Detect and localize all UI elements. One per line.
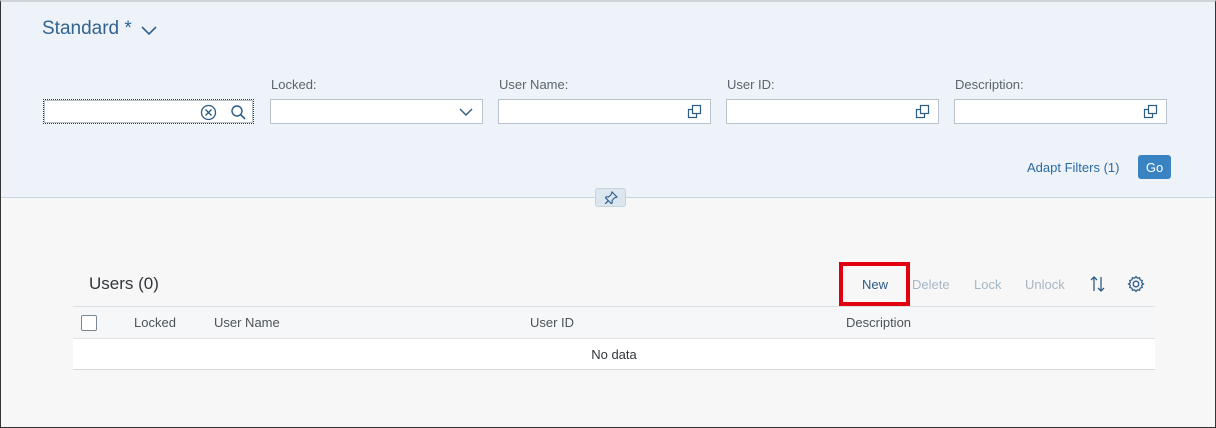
value-help-icon[interactable]	[915, 104, 930, 119]
variant-label: Standard *	[42, 18, 132, 39]
highlight-box	[839, 262, 910, 306]
go-button[interactable]: Go	[1138, 155, 1171, 179]
gear-icon[interactable]	[1126, 274, 1146, 294]
variant-selector[interactable]: Standard *	[42, 18, 158, 40]
search-icon[interactable]	[230, 104, 247, 121]
app-frame: Standard * Locked: User Name: User ID: D…	[0, 0, 1216, 428]
filter-label-user-name: User Name:	[499, 77, 569, 92]
filter-bar: Standard * Locked: User Name: User ID: D…	[1, 2, 1215, 198]
select-all-checkbox[interactable]	[81, 315, 97, 331]
column-header-user-name[interactable]: User Name	[214, 315, 280, 330]
locked-select[interactable]	[270, 99, 483, 124]
chevron-down-icon	[141, 26, 157, 36]
user-name-field[interactable]	[498, 99, 711, 124]
search-input[interactable]	[43, 99, 254, 124]
filter-label-description: Description:	[955, 77, 1024, 92]
lock-button[interactable]: Lock	[974, 277, 1001, 292]
unlock-button[interactable]: Unlock	[1025, 277, 1065, 292]
adapt-filters-button[interactable]: Adapt Filters (1)	[1027, 160, 1119, 175]
filter-label-locked: Locked:	[271, 77, 317, 92]
chevron-down-icon	[459, 108, 473, 116]
users-table: Locked User Name User ID Description No …	[73, 306, 1155, 370]
column-header-description[interactable]: Description	[846, 315, 911, 330]
pin-icon	[604, 190, 618, 204]
user-id-field[interactable]	[726, 99, 939, 124]
description-field[interactable]	[954, 99, 1167, 124]
no-data-text: No data	[591, 347, 637, 362]
clear-icon[interactable]	[200, 104, 217, 121]
value-help-icon[interactable]	[1143, 104, 1158, 119]
column-header-user-id[interactable]: User ID	[530, 315, 574, 330]
filter-label-user-id: User ID:	[727, 77, 775, 92]
table-header-row: Locked User Name User ID Description	[73, 306, 1155, 339]
delete-button[interactable]: Delete	[912, 277, 950, 292]
column-header-locked[interactable]: Locked	[134, 315, 176, 330]
sort-icon[interactable]	[1088, 274, 1108, 294]
value-help-icon[interactable]	[687, 104, 702, 119]
pin-header-button[interactable]	[595, 188, 626, 207]
table-title: Users (0)	[89, 274, 159, 293]
